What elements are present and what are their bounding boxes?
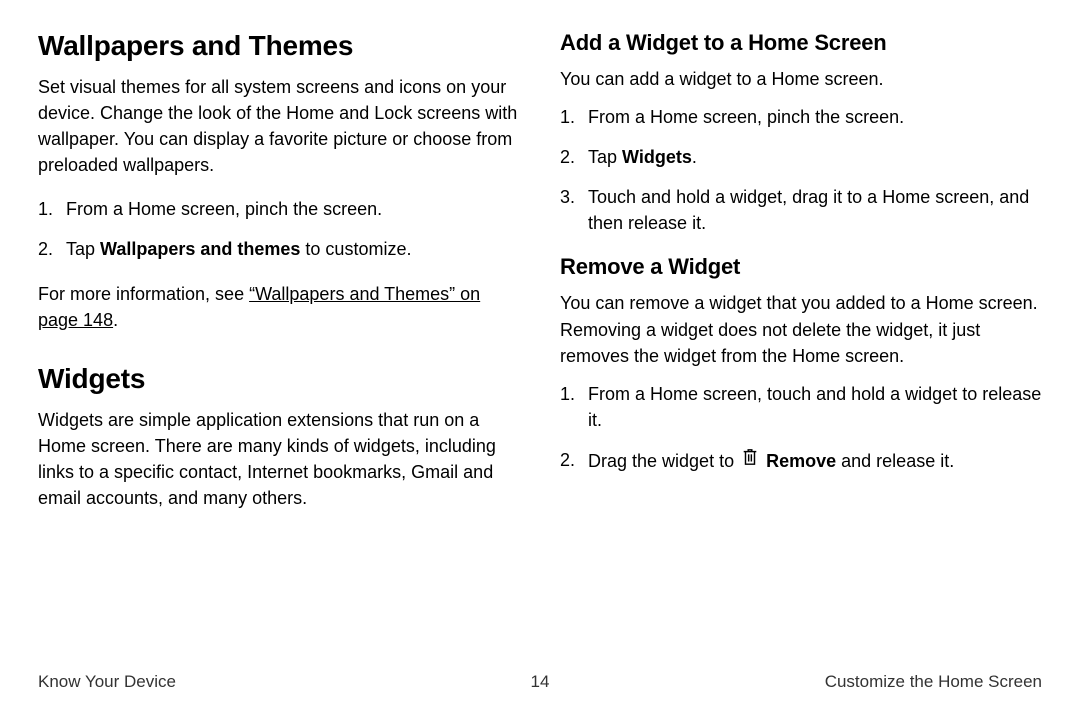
step-text: to customize. (300, 239, 411, 259)
step-text: Tap (66, 239, 100, 259)
step-text: and release it. (836, 451, 954, 471)
manual-page: Wallpapers and Themes Set visual themes … (0, 0, 1080, 720)
footer-page-number: 14 (531, 672, 550, 692)
step-item: From a Home screen, pinch the screen. (38, 196, 520, 222)
right-column: Add a Widget to a Home Screen You can ad… (560, 30, 1042, 662)
trash-icon (741, 447, 759, 467)
para-widgets-intro: Widgets are simple application extension… (38, 407, 520, 511)
para-remove-widget-intro: You can remove a widget that you added t… (560, 290, 1042, 368)
step-item: From a Home screen, touch and hold a wid… (560, 381, 1042, 433)
two-column-layout: Wallpapers and Themes Set visual themes … (38, 30, 1042, 662)
step-bold: Wallpapers and themes (100, 239, 300, 259)
step-item: Tap Wallpapers and themes to customize. (38, 236, 520, 262)
step-text: Drag the widget to (588, 451, 739, 471)
left-column: Wallpapers and Themes Set visual themes … (38, 30, 520, 662)
step-bold: Widgets (622, 147, 692, 167)
step-item: Drag the widget to Remove and release it… (560, 447, 1042, 474)
step-text: . (692, 147, 697, 167)
para-more-info: For more information, see “Wallpapers an… (38, 281, 520, 333)
para-wallpapers-intro: Set visual themes for all system screens… (38, 74, 520, 178)
step-item: Touch and hold a widget, drag it to a Ho… (560, 184, 1042, 236)
heading-wallpapers-themes: Wallpapers and Themes (38, 30, 520, 62)
step-item: From a Home screen, pinch the screen. (560, 104, 1042, 130)
page-footer: Know Your Device 14 Customize the Home S… (38, 662, 1042, 692)
heading-remove-widget: Remove a Widget (560, 254, 1042, 280)
heading-add-widget: Add a Widget to a Home Screen (560, 30, 1042, 56)
steps-add-widget: From a Home screen, pinch the screen. Ta… (560, 104, 1042, 236)
steps-remove-widget: From a Home screen, touch and hold a wid… (560, 381, 1042, 474)
step-bold: Remove (766, 451, 836, 471)
step-text: Tap (588, 147, 622, 167)
footer-left: Know Your Device (38, 672, 531, 692)
heading-widgets: Widgets (38, 363, 520, 395)
footer-right: Customize the Home Screen (549, 672, 1042, 692)
remove-icon-inline (739, 447, 761, 467)
more-info-prefix: For more information, see (38, 284, 249, 304)
steps-wallpapers: From a Home screen, pinch the screen. Ta… (38, 196, 520, 262)
para-add-widget-intro: You can add a widget to a Home screen. (560, 66, 1042, 92)
more-info-suffix: . (113, 310, 118, 330)
step-item: Tap Widgets. (560, 144, 1042, 170)
